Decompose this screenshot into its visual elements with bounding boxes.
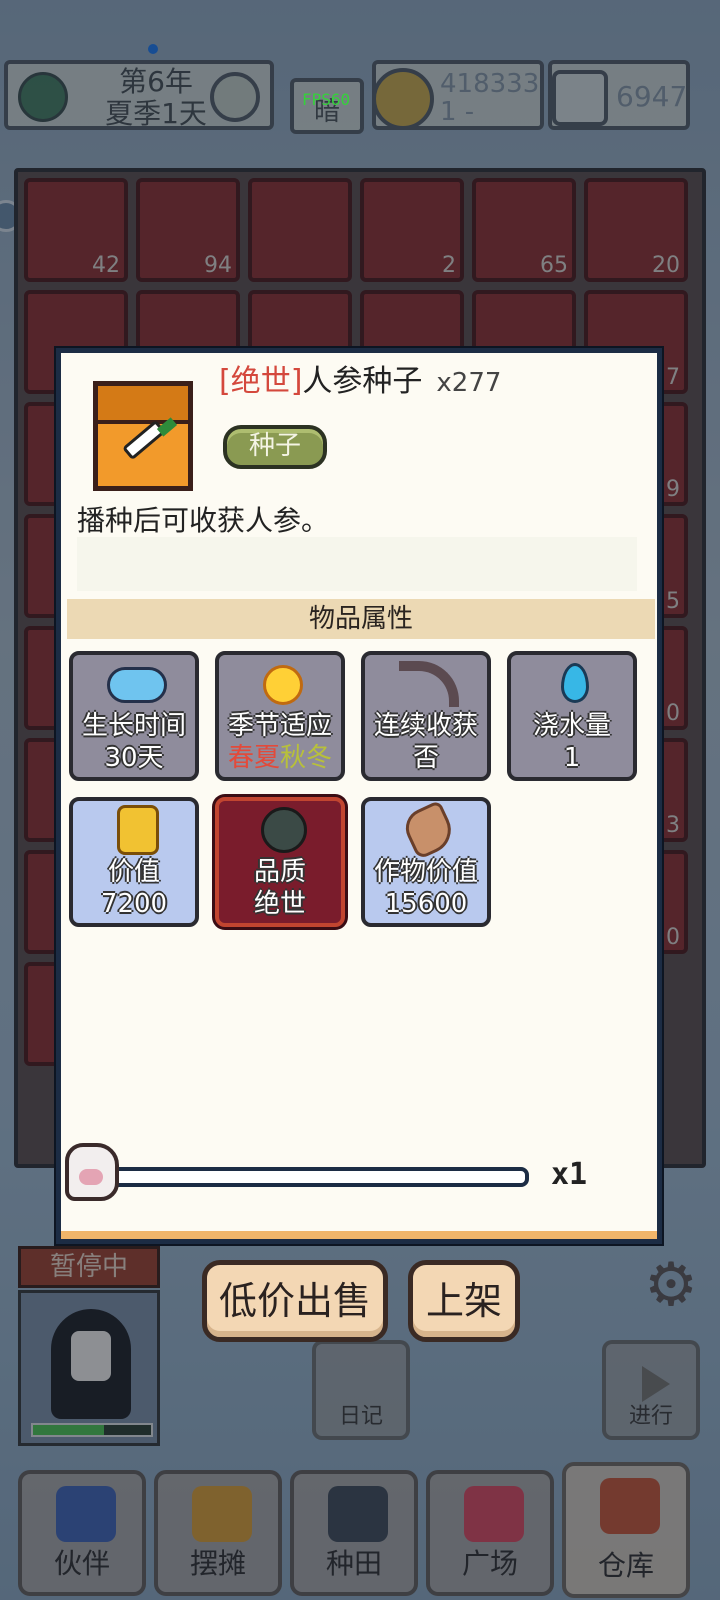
seed-packet-icon bbox=[93, 381, 193, 491]
attr-season[interactable]: 季节适应 春夏秋冬 bbox=[215, 651, 345, 781]
quality-gem-icon bbox=[261, 807, 307, 853]
slider-paw-handle-icon[interactable] bbox=[65, 1143, 119, 1201]
item-type-badge: 种子 bbox=[223, 425, 327, 469]
attributes-header: 物品属性 bbox=[67, 599, 655, 639]
quantity-slider[interactable] bbox=[111, 1167, 529, 1187]
water-drop-icon bbox=[561, 663, 589, 703]
item-name: 人参种子 bbox=[302, 364, 423, 399]
quantity-multiplier: x1 bbox=[551, 1157, 588, 1192]
sun-icon bbox=[263, 665, 303, 705]
ginseng-icon bbox=[399, 801, 459, 861]
list-on-shelf-button[interactable]: 上架 bbox=[408, 1260, 520, 1342]
cloud-icon bbox=[107, 667, 167, 703]
coin-stack-icon bbox=[117, 805, 159, 855]
attr-crop-value[interactable]: 作物价值 15600 bbox=[361, 797, 491, 927]
fps-counter: FPS60 bbox=[302, 90, 351, 109]
sell-low-button[interactable]: 低价出售 bbox=[202, 1260, 388, 1342]
attr-grow-time[interactable]: 生长时间 30天 bbox=[69, 651, 199, 781]
attr-quality[interactable]: 品质 绝世 bbox=[215, 797, 345, 927]
item-quantity: x277 bbox=[436, 368, 502, 398]
quality-tag: [绝世] bbox=[219, 364, 303, 399]
item-detail-dialog: [绝世]人参种子 x277 种子 播种后可收获人参。 物品属性 生长时间 30天 … bbox=[56, 348, 662, 1244]
item-title: [绝世]人参种子 x277 bbox=[219, 361, 501, 403]
sickle-icon bbox=[399, 661, 459, 707]
attr-regrow[interactable]: 连续收获 否 bbox=[361, 651, 491, 781]
gear-icon[interactable]: ⚙ bbox=[640, 1254, 702, 1316]
item-description: 播种后可收获人参。 bbox=[77, 504, 330, 537]
attr-water[interactable]: 浇水量 1 bbox=[507, 651, 637, 781]
attr-price[interactable]: 价值 7200 bbox=[69, 797, 199, 927]
